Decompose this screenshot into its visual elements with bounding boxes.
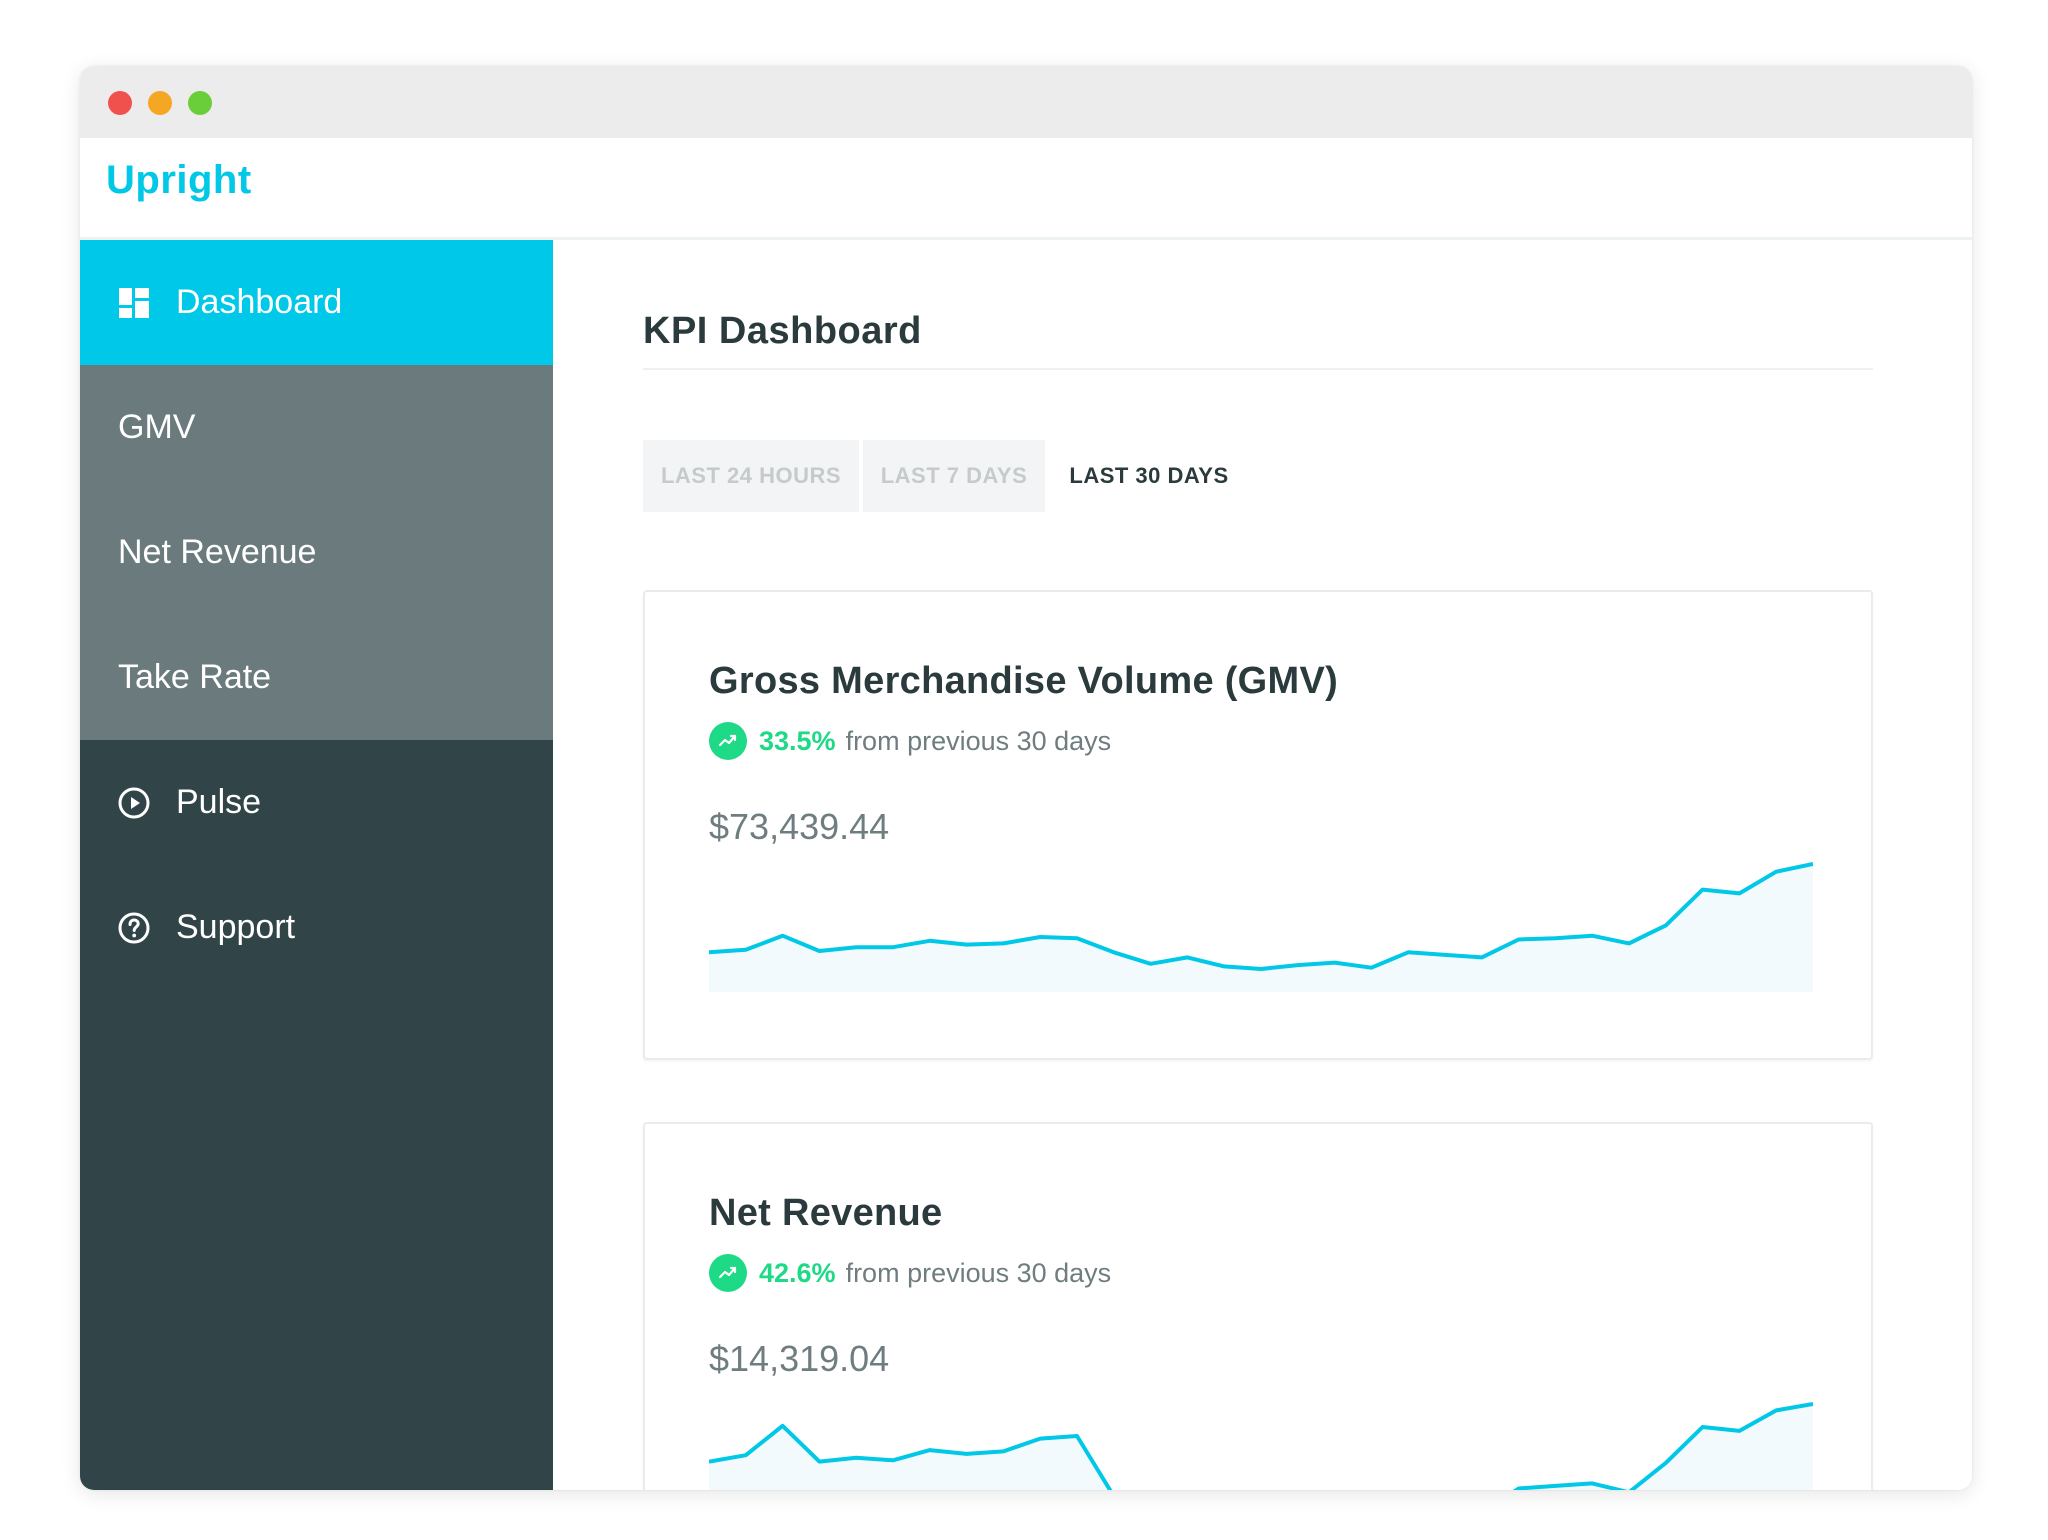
sidebar: Dashboard GMV Net Revenue Take Rate Puls… [80, 240, 553, 1490]
sidebar-item-net-revenue[interactable]: Net Revenue [80, 490, 553, 615]
time-range-tabs: LAST 24 HOURS LAST 7 DAYS LAST 30 DAYS [643, 440, 1253, 512]
card-title: Net Revenue [709, 1192, 943, 1234]
close-window-button[interactable] [108, 91, 132, 115]
sidebar-item-dashboard[interactable]: Dashboard [80, 240, 553, 365]
delta-row: 33.5% from previous 30 days [709, 722, 1111, 760]
window-titlebar [80, 66, 1972, 138]
sidebar-item-label: GMV [118, 408, 196, 446]
kpi-card-net-revenue[interactable]: Net Revenue 42.6% from previous 30 days … [643, 1122, 1873, 1490]
trending-up-icon [709, 1254, 747, 1292]
sidebar-item-label: Support [176, 908, 296, 946]
net-revenue-sparkline [709, 1402, 1813, 1490]
kpi-value: $14,319.04 [709, 1338, 890, 1379]
play-circle-icon [118, 787, 150, 819]
kpi-value: $73,439.44 [709, 806, 890, 847]
sparkline-area [709, 864, 1813, 992]
sidebar-item-label: Net Revenue [118, 533, 317, 571]
delta-percent: 42.6% [759, 1257, 836, 1288]
help-circle-icon [118, 912, 150, 944]
sidebar-item-label: Take Rate [118, 658, 272, 696]
dashboard-icon [118, 287, 150, 319]
delta-row: 42.6% from previous 30 days [709, 1254, 1111, 1292]
app-header: Upright [80, 138, 1972, 240]
sidebar-item-support[interactable]: Support [80, 865, 553, 990]
app-logo[interactable]: Upright [106, 158, 252, 203]
trending-up-icon [709, 722, 747, 760]
delta-caption: from previous 30 days [845, 725, 1112, 756]
maximize-window-button[interactable] [188, 91, 212, 115]
sidebar-item-label: Pulse [176, 783, 262, 821]
main-content: KPI Dashboard LAST 24 HOURS LAST 7 DAYS … [553, 240, 1972, 1490]
kpi-card-gmv[interactable]: Gross Merchandise Volume (GMV) 33.5% fro… [643, 590, 1873, 1060]
tab-last-30-days[interactable]: LAST 30 DAYS [1049, 440, 1249, 512]
browser-window: Upright Dashboard GMV Net Revenue Take R… [80, 66, 1972, 1490]
tab-last-7-days[interactable]: LAST 7 DAYS [863, 440, 1045, 512]
gmv-sparkline [709, 862, 1813, 992]
delta-percent: 33.5% [759, 725, 836, 756]
minimize-window-button[interactable] [148, 91, 172, 115]
sidebar-item-take-rate[interactable]: Take Rate [80, 615, 553, 740]
page-title: KPI Dashboard [643, 310, 922, 352]
tab-last-24-hours[interactable]: LAST 24 HOURS [643, 440, 859, 512]
sidebar-item-label: Dashboard [176, 283, 343, 321]
sidebar-item-gmv[interactable]: GMV [80, 365, 553, 490]
sidebar-item-pulse[interactable]: Pulse [80, 740, 553, 865]
title-divider [643, 368, 1873, 370]
delta-caption: from previous 30 days [845, 1257, 1112, 1288]
card-title: Gross Merchandise Volume (GMV) [709, 660, 1339, 702]
